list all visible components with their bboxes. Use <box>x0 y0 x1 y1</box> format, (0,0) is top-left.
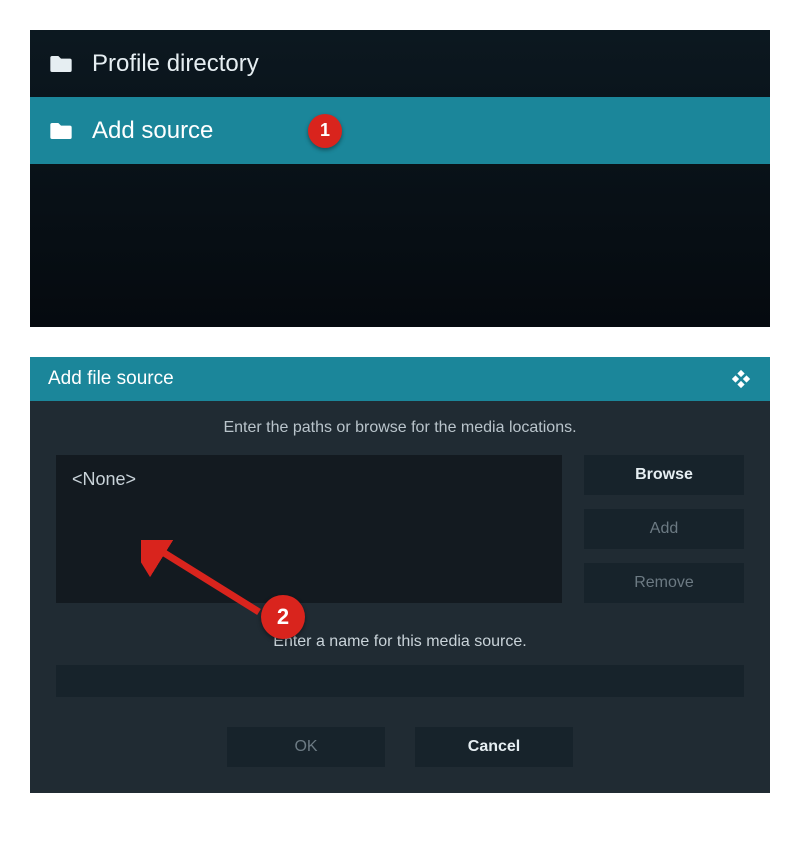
browse-button[interactable]: Browse <box>584 455 744 495</box>
dialog-footer-buttons: OK Cancel <box>56 727 744 767</box>
kodi-logo-icon <box>730 368 752 390</box>
folder-icon <box>50 56 72 72</box>
dialog-titlebar: Add file source <box>30 357 770 401</box>
list-item-label: Profile directory <box>92 50 259 78</box>
source-list-panel: Profile directory Add source 1 <box>30 30 770 327</box>
add-button[interactable]: Add <box>584 509 744 549</box>
annotation-badge-1: 1 <box>308 114 342 148</box>
list-item-add-source[interactable]: Add source 1 <box>30 97 770 164</box>
source-name-input[interactable] <box>56 665 744 697</box>
cancel-button[interactable]: Cancel <box>415 727 573 767</box>
remove-button[interactable]: Remove <box>584 563 744 603</box>
list-item-label: Add source <box>92 117 213 145</box>
folder-icon <box>50 123 72 139</box>
paths-input-box[interactable]: <None> 2 <box>56 455 562 603</box>
paths-instruction: Enter the paths or browse for the media … <box>56 419 744 437</box>
side-buttons: Browse Add Remove <box>584 455 744 603</box>
name-instruction: Enter a name for this media source. <box>56 633 744 651</box>
list-item-profile-directory[interactable]: Profile directory <box>30 30 770 97</box>
ok-button[interactable]: OK <box>227 727 385 767</box>
add-file-source-dialog: Add file source Enter the paths or brows… <box>30 357 770 793</box>
path-value: <None> <box>72 469 136 489</box>
dialog-title: Add file source <box>48 368 174 390</box>
